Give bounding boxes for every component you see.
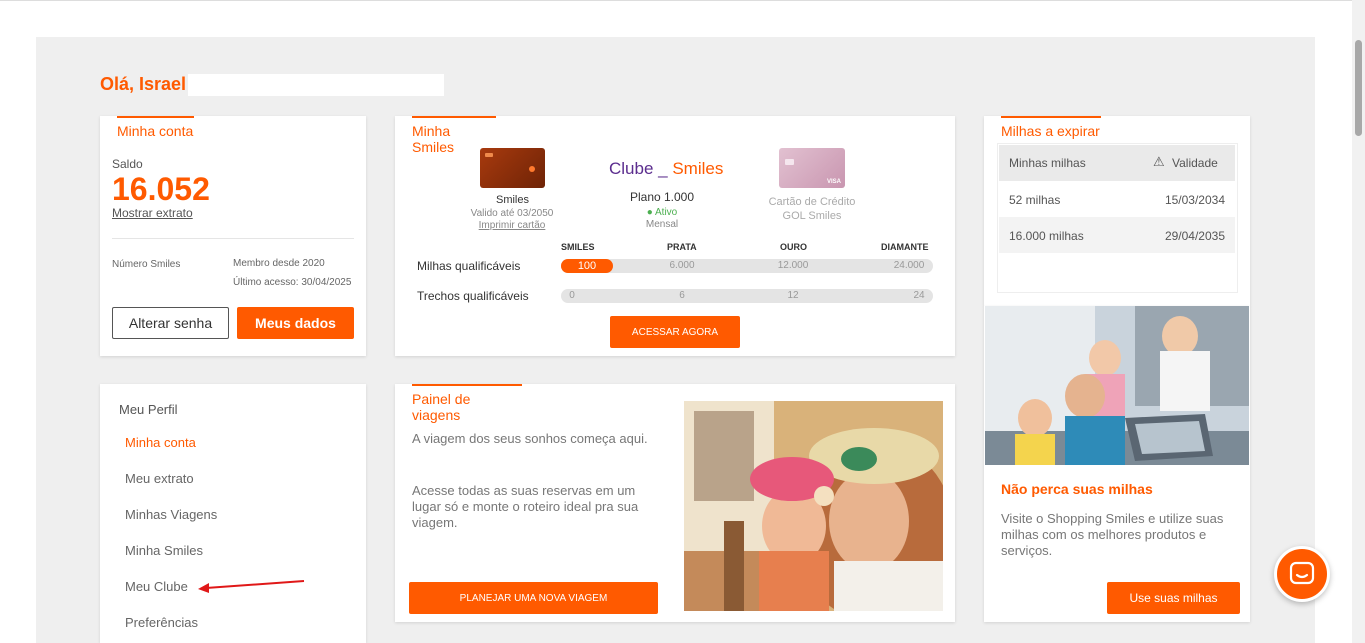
menu-item-minha-smiles[interactable]: Minha Smiles (125, 543, 203, 558)
greeting: Olá, Israel (100, 74, 187, 94)
shopping-title: Não perca suas milhas (1001, 481, 1153, 497)
club-logo-left: Clube (609, 159, 654, 178)
col-validity-header: Validade (1172, 156, 1218, 170)
menu-item-minhas-viagens[interactable]: Minhas Viagens (125, 507, 217, 522)
print-card-link[interactable]: Imprimir cartão (462, 220, 562, 231)
red-arrow-annotation-icon (198, 580, 305, 593)
credit-card-chip-icon (785, 159, 794, 165)
expiring-card-title: Milhas a expirar (1001, 116, 1101, 139)
credit-card-line1: Cartão de Crédito (768, 196, 856, 208)
access-now-button[interactable]: ACESSAR AGORA (610, 316, 740, 348)
top-divider (0, 0, 1352, 1)
smiles-card-image (480, 148, 545, 188)
row-miles: 52 milhas (1009, 193, 1061, 207)
use-miles-button[interactable]: Use suas milhas (1107, 582, 1240, 614)
statement-link[interactable]: Mostrar extrato (112, 206, 193, 220)
balance-value: 16.052 (112, 171, 210, 207)
club-logo-right: Smiles (672, 159, 724, 178)
expiring-row: 16.000 milhas 29/04/2035 (999, 217, 1235, 253)
credit-card-brand-icon: VISA (826, 179, 841, 185)
travel-text-2: Acesse todas as suas reservas em um luga… (412, 483, 639, 530)
qual-miles-fill: 100 (561, 259, 613, 273)
expiring-header: Minhas milhas ⚠ Validade (999, 145, 1235, 181)
balance-label: Saldo (112, 157, 143, 171)
family-photo (985, 306, 1249, 465)
menu-item-minha-conta[interactable]: Minha conta (125, 435, 196, 450)
shopping-text: Visite o Shopping Smiles e utilize suas … (1001, 511, 1224, 558)
warning-icon: ⚠ (1153, 154, 1165, 169)
qual-miles-tick: 12.000 (777, 260, 809, 271)
qual-segments-label: Trechos qualificáveis (417, 289, 529, 303)
level-prata: PRATA (667, 242, 697, 252)
chat-widget-button[interactable] (1274, 546, 1330, 602)
profile-title: Meu Perfil (119, 402, 178, 417)
travel-text-1: A viagem dos seus sonhos começa aqui. (412, 431, 648, 446)
plan-trip-button[interactable]: PLANEJAR UMA NOVA VIAGEM (409, 582, 658, 614)
level-smiles: SMILES (561, 242, 595, 252)
account-divider (112, 238, 354, 239)
qual-miles-tick: 24.000 (893, 260, 925, 271)
card-valid: Valido até 03/2050 (470, 208, 554, 219)
qual-segments-tick: 6 (679, 290, 685, 301)
club-logo-separator: _ (653, 159, 673, 178)
club-logo: Clube _ Smiles (609, 159, 723, 179)
member-since: Membro desde 2020 (233, 258, 325, 269)
credit-card-line2: GOL Smiles (782, 210, 842, 222)
row-date: 29/04/2035 (1164, 229, 1225, 243)
level-ouro: OURO (780, 242, 807, 252)
scrollbar[interactable] (1352, 0, 1365, 643)
travel-card-title: Painel de viagens (412, 384, 522, 423)
card-name: Smiles (495, 194, 529, 206)
plan-status-label: Ativo (655, 207, 678, 218)
qual-segments-tick: 12 (787, 290, 799, 301)
qual-segments-tick: 24 (913, 290, 925, 301)
travel-photo (684, 401, 943, 611)
expiring-row: 52 milhas 15/03/2034 (999, 181, 1235, 217)
account-card-title: Minha conta (117, 116, 194, 139)
redacted-name-box (188, 74, 444, 96)
level-diamante: DIAMANTE (881, 242, 929, 252)
last-access: Último acesso: 30/04/2025 (233, 277, 352, 288)
plan-period: Mensal (645, 219, 679, 230)
qual-segments-track: 0 6 12 24 (561, 289, 933, 303)
my-data-button[interactable]: Meus dados (237, 307, 354, 339)
menu-item-meu-extrato[interactable]: Meu extrato (125, 471, 194, 486)
qual-segments-tick: 0 (569, 290, 575, 301)
card-logo-icon (529, 166, 535, 172)
col-miles-header: Minhas milhas (1009, 156, 1086, 170)
menu-item-meu-clube[interactable]: Meu Clube (125, 579, 188, 594)
menu-item-preferencias[interactable]: Preferências (125, 615, 198, 630)
change-password-button[interactable]: Alterar senha (112, 307, 229, 339)
status-dot-icon: ● (646, 207, 656, 218)
scrollbar-thumb[interactable] (1355, 40, 1362, 136)
plan-status: ● Ativo (612, 207, 712, 218)
card-chip-icon (485, 153, 493, 157)
qual-miles-tick: 6.000 (669, 260, 695, 271)
qual-miles-label: Milhas qualificáveis (417, 259, 521, 273)
qual-miles-track: 100 6.000 12.000 24.000 (561, 259, 933, 273)
plan-name: Plano 1.000 (629, 190, 695, 204)
row-miles: 16.000 milhas (1009, 229, 1084, 243)
chat-icon (1289, 561, 1315, 585)
row-date: 15/03/2034 (1164, 193, 1225, 207)
smiles-number-label: Número Smiles (112, 259, 181, 270)
credit-card-image: VISA (779, 148, 845, 188)
